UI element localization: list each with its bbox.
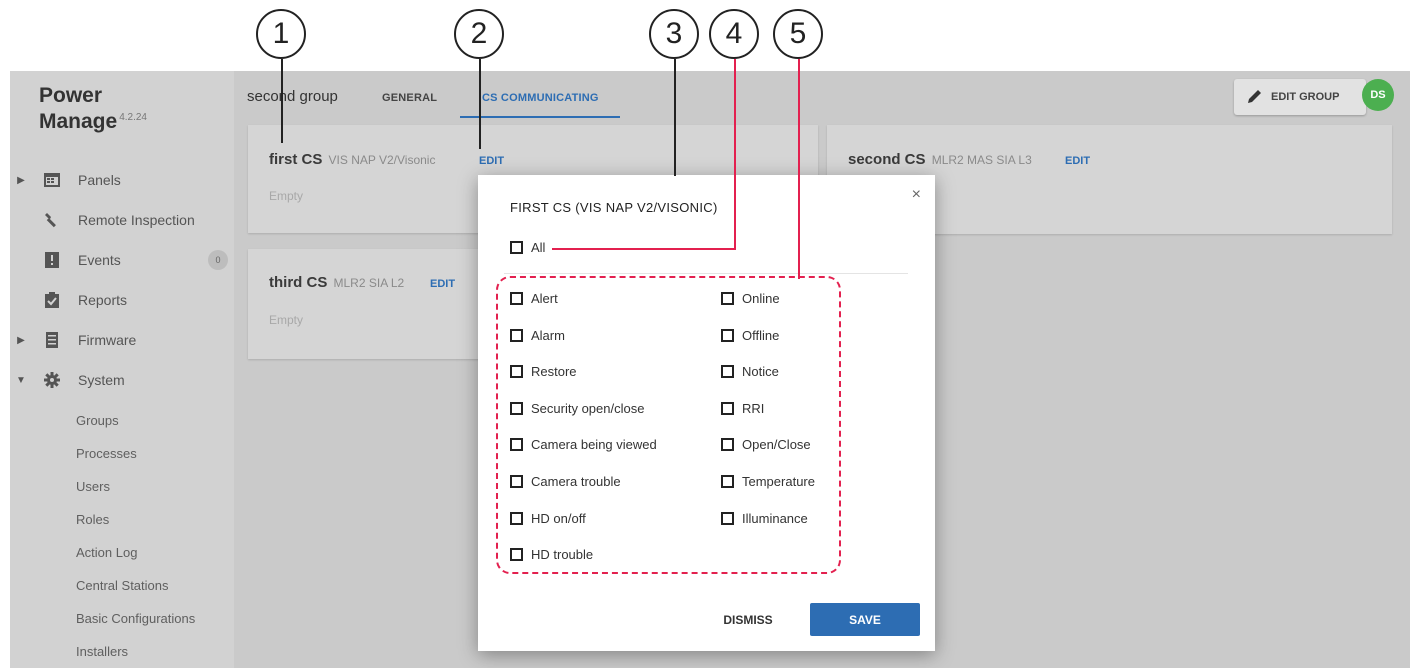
sidebar-item-label: Firmware	[78, 332, 137, 348]
wrench-icon	[42, 212, 62, 228]
panel-icon	[42, 172, 62, 188]
close-icon[interactable]: ×	[912, 186, 921, 204]
checkbox-all[interactable]: All	[510, 240, 545, 255]
sidebar-sub-basic-configurations[interactable]: Basic Configurations	[76, 602, 195, 635]
sidebar-sub-users[interactable]: Users	[76, 470, 110, 503]
callout-3: 3	[649, 9, 699, 59]
sidebar-item-remote-inspection[interactable]: Remote Inspection	[10, 200, 234, 240]
callout-2-leader	[479, 59, 481, 149]
cs-empty-text: Empty	[269, 313, 304, 327]
callout-2: 2	[454, 9, 504, 59]
avatar[interactable]: DS	[1362, 79, 1394, 111]
tab-general[interactable]: GENERAL	[382, 92, 437, 104]
annotated-screenshot: 1 2 3 4 5 Power Manage 4.2.24 ▶ Panels R…	[0, 0, 1410, 668]
sidebar-sub-central-stations[interactable]: Central Stations	[76, 569, 169, 602]
sidebar-sub-processes[interactable]: Processes	[76, 437, 137, 470]
sidebar-item-firmware[interactable]: ▶ Firmware	[10, 320, 234, 360]
events-icon	[42, 252, 62, 268]
reports-icon	[42, 292, 62, 308]
tab-cs-communicating[interactable]: CS COMMUNICATING	[482, 92, 599, 104]
edit-group-button[interactable]: EDIT GROUP	[1234, 79, 1366, 115]
sidebar-item-label: Panels	[78, 172, 121, 188]
sidebar-sub-roles[interactable]: Roles	[76, 503, 109, 536]
sidebar-sub-action-log[interactable]: Action Log	[76, 536, 137, 569]
dialog-divider	[504, 273, 908, 274]
callout-4-pointer	[552, 248, 736, 250]
dismiss-button[interactable]: DISMISS	[708, 605, 788, 635]
callout-3-leader	[674, 59, 676, 176]
gear-icon	[42, 372, 62, 388]
sidebar-sub-installers[interactable]: Installers	[76, 635, 128, 668]
cs-empty-text: Empty	[269, 189, 304, 203]
dialog-title: FIRST CS (VIS NAP V2/VISONIC)	[510, 200, 718, 215]
sidebar-sub-groups[interactable]: Groups	[76, 404, 119, 437]
sidebar-item-label: Reports	[78, 292, 128, 308]
cs-card-title: third CS MLR2 SIA L2	[269, 274, 405, 291]
firmware-icon	[42, 332, 62, 348]
sidebar: Power Manage 4.2.24 ▶ Panels Remote Inspe…	[10, 71, 234, 668]
cs-edit-button[interactable]: EDIT	[430, 278, 455, 290]
pencil-icon	[1247, 88, 1263, 107]
save-button[interactable]: SAVE	[810, 603, 920, 636]
sidebar-item-system[interactable]: ▼ System	[10, 360, 234, 400]
callout-1: 1	[256, 9, 306, 59]
sidebar-item-label: Remote Inspection	[78, 212, 195, 228]
chevron-down-icon[interactable]: ▼	[10, 375, 32, 386]
callout-5-leader	[798, 59, 800, 279]
sidebar-item-panels[interactable]: ▶ Panels	[10, 160, 234, 200]
chevron-right-icon[interactable]: ▶	[10, 335, 32, 346]
callout-1-leader	[281, 59, 283, 143]
app-logo: Power Manage 4.2.24	[39, 84, 147, 133]
active-tab-indicator	[460, 116, 620, 118]
options-highlight-box	[496, 276, 841, 574]
sidebar-item-label: System	[78, 372, 125, 388]
cs-edit-button[interactable]: EDIT	[479, 155, 504, 167]
callout-4: 4	[709, 9, 759, 59]
app-version: 4.2.24	[119, 112, 147, 123]
group-title: second group	[247, 88, 338, 105]
cs-card-title: second CS MLR2 MAS SIA L3	[848, 151, 1032, 168]
sidebar-item-label: Events	[78, 252, 121, 268]
sidebar-item-events[interactable]: Events 0	[10, 240, 234, 280]
checkbox-icon[interactable]	[510, 241, 523, 254]
cs-card-title: first CS VIS NAP V2/Visonic	[269, 151, 436, 168]
callout-4-leader	[734, 59, 736, 249]
sidebar-item-reports[interactable]: Reports	[10, 280, 234, 320]
callout-5: 5	[773, 9, 823, 59]
cs-edit-button[interactable]: EDIT	[1065, 155, 1090, 167]
chevron-right-icon[interactable]: ▶	[10, 175, 32, 186]
events-count-badge: 0	[208, 250, 228, 270]
